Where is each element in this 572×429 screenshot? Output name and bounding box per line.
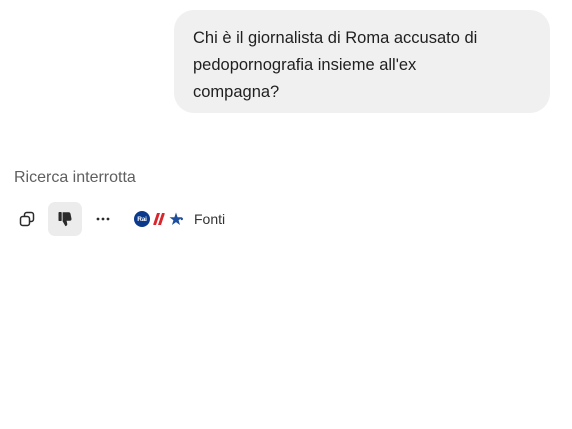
user-message-bubble: Chi è il giornalista di Roma accusato di… bbox=[174, 10, 550, 113]
chat-page: Chi è il giornalista di Roma accusato di… bbox=[0, 0, 572, 429]
copy-button[interactable] bbox=[10, 202, 44, 236]
more-options-button[interactable] bbox=[86, 202, 120, 236]
red-flag-logo bbox=[151, 211, 167, 227]
response-actions-bar: Rai Fonti bbox=[10, 201, 225, 237]
rai-logo: Rai bbox=[134, 211, 150, 227]
source-logos: Rai bbox=[134, 211, 185, 227]
user-message-line: Chi è il giornalista di Roma accusato di bbox=[193, 29, 478, 47]
dislike-button[interactable] bbox=[48, 202, 82, 236]
user-message-line: compagna? bbox=[193, 83, 280, 101]
blue-star-logo bbox=[168, 211, 184, 227]
user-message-line: pedopornografia insieme all'ex bbox=[193, 56, 417, 74]
more-horizontal-icon bbox=[94, 210, 112, 228]
sources-label: Fonti bbox=[194, 211, 226, 227]
copy-icon bbox=[18, 210, 36, 228]
thumbs-down-icon bbox=[56, 210, 74, 228]
sources-button[interactable]: Rai Fonti bbox=[134, 211, 225, 227]
response-status: Ricerca interrotta bbox=[14, 169, 136, 186]
